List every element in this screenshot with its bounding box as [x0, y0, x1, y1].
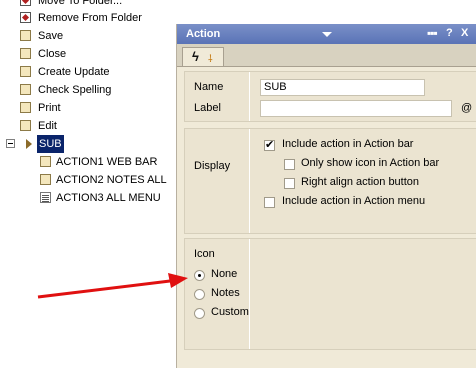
annotation-arrow-icon — [37, 273, 188, 299]
